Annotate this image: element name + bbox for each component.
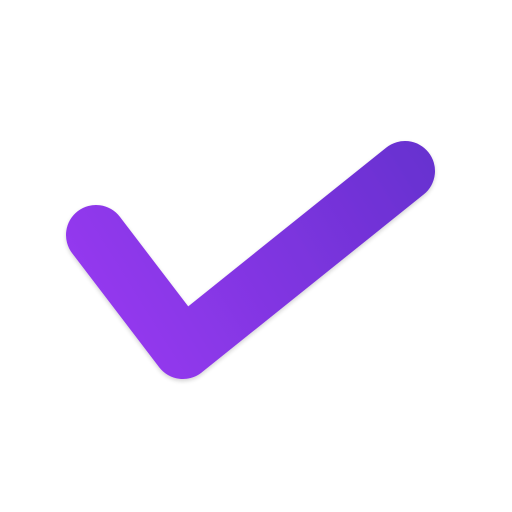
checkmark-stroke (66, 141, 435, 379)
checkmark-icon (66, 141, 435, 379)
icon-canvas (0, 0, 512, 512)
